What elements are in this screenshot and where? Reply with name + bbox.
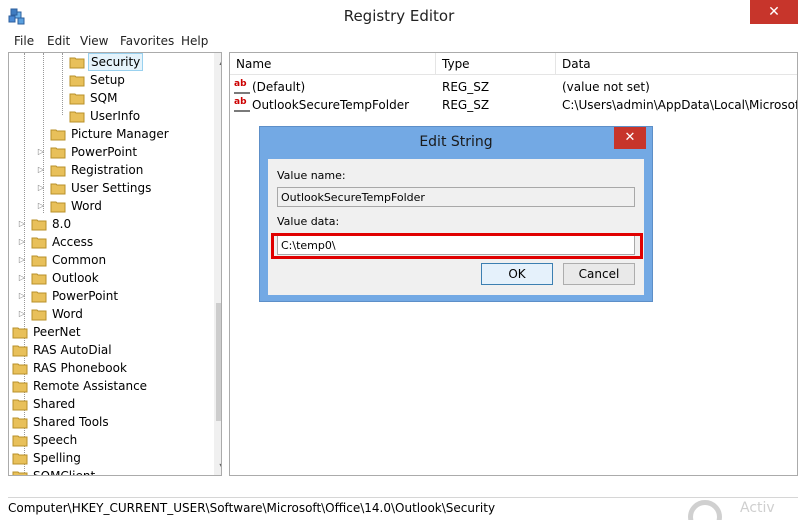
- expand-arrow-icon[interactable]: ▷: [36, 161, 46, 179]
- tree-item-label: PeerNet: [33, 325, 81, 339]
- tree-item-label: User Settings: [71, 181, 152, 195]
- tree-item-label: RAS AutoDial: [33, 343, 112, 357]
- folder-icon: [50, 129, 66, 141]
- folder-icon: [50, 201, 66, 213]
- value-type: REG_SZ: [442, 98, 490, 112]
- registry-key-tree[interactable]: Security Setup SQM UserInfo Picture Mana…: [8, 52, 222, 476]
- expand-arrow-icon[interactable]: ▷: [17, 215, 27, 233]
- scroll-up-arrow-icon[interactable]: ▲: [214, 53, 221, 70]
- tree-item-label: Shared Tools: [33, 415, 109, 429]
- folder-icon: [12, 345, 28, 357]
- cancel-button[interactable]: Cancel: [563, 263, 635, 285]
- tree-item-label: SQM: [90, 91, 118, 105]
- tree-item-label: Security: [88, 53, 144, 71]
- ok-button[interactable]: OK: [481, 263, 553, 285]
- list-item[interactable]: ab (Default) REG_SZ (value not set): [230, 78, 797, 96]
- menu-file[interactable]: File: [14, 34, 34, 48]
- folder-icon: [12, 453, 28, 465]
- value-type: REG_SZ: [442, 80, 490, 94]
- tree-item-label: UserInfo: [90, 109, 141, 123]
- tree-item-label: RAS Phonebook: [33, 361, 127, 375]
- folder-icon: [50, 147, 66, 159]
- column-header-type[interactable]: Type: [436, 53, 556, 75]
- window-title: Registry Editor: [343, 7, 455, 25]
- tree-item-label: Common: [52, 253, 107, 267]
- folder-icon: [12, 381, 28, 393]
- tree-item-label: Remote Assistance: [33, 379, 148, 393]
- tree-item-label: SQMClient: [33, 469, 96, 476]
- tree-item-label: Setup: [90, 73, 125, 87]
- folder-icon: [12, 417, 28, 429]
- folder-icon: [31, 255, 47, 267]
- value-data: C:\Users\admin\AppData\Local\Microsoft\: [562, 98, 798, 112]
- value-name: (Default): [252, 80, 306, 94]
- folder-icon: [12, 471, 28, 475]
- folder-icon: [31, 237, 47, 249]
- folder-icon: [69, 75, 85, 87]
- folder-icon: [12, 399, 28, 411]
- scroll-thumb[interactable]: [216, 303, 221, 421]
- window-close-button[interactable]: ✕: [750, 0, 798, 24]
- dialog-title: Edit String: [419, 134, 493, 150]
- value-data: (value not set): [562, 80, 650, 94]
- folder-icon: [31, 273, 47, 285]
- column-header-name[interactable]: Name: [230, 53, 436, 75]
- tree-scrollbar[interactable]: ▲ ▼: [214, 53, 221, 475]
- menu-view[interactable]: View: [80, 34, 108, 48]
- folder-icon: [31, 291, 47, 303]
- expand-arrow-icon[interactable]: ▷: [17, 233, 27, 251]
- activation-watermark: Activ: [740, 500, 775, 516]
- tree-item-label: Speech: [33, 433, 78, 447]
- expand-arrow-icon[interactable]: ▷: [17, 269, 27, 287]
- expand-arrow-icon[interactable]: ▷: [36, 179, 46, 197]
- string-value-icon: ab: [234, 97, 250, 112]
- folder-icon: [12, 327, 28, 339]
- menu-help[interactable]: Help: [181, 34, 208, 48]
- folder-icon: [69, 93, 85, 105]
- folder-icon: [50, 183, 66, 195]
- folder-icon: [69, 57, 85, 69]
- tree-item-label: PowerPoint: [52, 289, 119, 303]
- value-name: OutlookSecureTempFolder: [252, 98, 410, 112]
- expand-arrow-icon[interactable]: ▷: [17, 305, 27, 323]
- expand-arrow-icon[interactable]: ▷: [17, 287, 27, 305]
- dialog-close-button[interactable]: ✕: [614, 127, 646, 149]
- folder-icon: [31, 309, 47, 321]
- tree-item-label: 8.0: [52, 217, 72, 231]
- expand-arrow-icon[interactable]: ▷: [36, 197, 46, 215]
- expand-arrow-icon[interactable]: ▷: [17, 251, 27, 269]
- folder-icon: [69, 111, 85, 123]
- menu-favorites[interactable]: Favorites: [120, 34, 174, 48]
- list-item[interactable]: ab OutlookSecureTempFolder REG_SZ C:\Use…: [230, 96, 798, 114]
- scroll-down-arrow-icon[interactable]: ▼: [214, 458, 221, 475]
- tree-item-label: PowerPoint: [71, 145, 138, 159]
- value-name-label: Value name:: [277, 169, 346, 182]
- tree-item-label: Registration: [71, 163, 144, 177]
- value-data-label: Value data:: [277, 215, 340, 228]
- highlight-annotation: [271, 233, 643, 259]
- tree-item-label: Spelling: [33, 451, 81, 465]
- folder-icon: [50, 165, 66, 177]
- tree-item-label: Outlook: [52, 271, 99, 285]
- folder-icon: [31, 219, 47, 231]
- tree-item-label: Word: [52, 307, 83, 321]
- folder-icon: [12, 363, 28, 375]
- edit-string-dialog: Edit String ✕ Value name: Value data: OK…: [259, 126, 653, 302]
- title-bar: Registry Editor ✕: [0, 0, 798, 32]
- tree-item-label: Shared: [33, 397, 76, 411]
- tree-item-label: Picture Manager: [71, 127, 169, 141]
- string-value-icon: ab: [234, 79, 250, 94]
- menu-edit[interactable]: Edit: [47, 34, 70, 48]
- dialog-body: Value name: Value data: OK Cancel: [268, 159, 644, 295]
- tree-line: [62, 53, 63, 115]
- status-bar: Computer\HKEY_CURRENT_USER\Software\Micr…: [8, 497, 798, 517]
- folder-icon: [12, 435, 28, 447]
- column-header-data[interactable]: Data: [556, 53, 797, 75]
- tree-item-label: Word: [71, 199, 102, 213]
- tree-item-label: Access: [52, 235, 94, 249]
- value-name-field[interactable]: [277, 187, 635, 207]
- menu-bar: File Edit View Favorites Help: [0, 32, 798, 52]
- expand-arrow-icon[interactable]: ▷: [36, 143, 46, 161]
